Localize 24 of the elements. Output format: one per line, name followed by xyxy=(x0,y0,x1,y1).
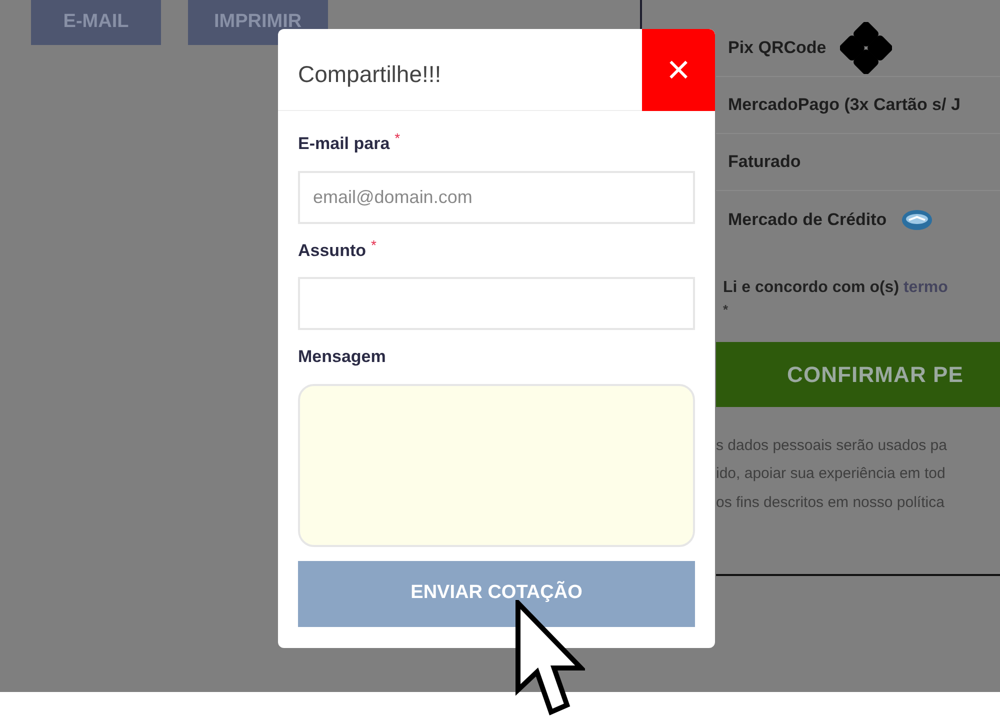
privacy-text: os fins descritos em nosso política xyxy=(716,492,946,512)
modal-title: Compartilhe!!! xyxy=(297,60,442,89)
terms-text: Li e concordo com o(s) termo xyxy=(723,278,949,298)
privacy-text: s dados pessoais serão usados pa xyxy=(716,436,948,456)
input-field[interactable] xyxy=(298,277,695,330)
required-mark: * xyxy=(723,301,730,319)
field-label: E-mail para xyxy=(298,133,390,155)
required-mark: * xyxy=(371,238,376,252)
input-field[interactable]: email@domain.com xyxy=(298,170,695,224)
confirm-button[interactable]: CONFIRMAR PE xyxy=(716,342,1000,406)
field-label: Mensagem xyxy=(298,346,386,368)
payment-option[interactable]: Pix QRCode xyxy=(728,35,826,61)
privacy-text: ido, apoiar sua experiência em tod xyxy=(716,464,946,484)
terms-link[interactable]: termo xyxy=(903,279,948,296)
toolbar-button[interactable]: E-MAIL xyxy=(31,0,161,45)
diamond-icon xyxy=(840,22,892,74)
payment-option[interactable]: Faturado xyxy=(728,149,801,175)
close-button[interactable]: × xyxy=(642,29,715,111)
field-label: Assunto xyxy=(298,240,366,262)
payment-option[interactable]: Mercado de Crédito xyxy=(728,206,887,232)
submit-button[interactable]: ENVIAR COTAÇÃO xyxy=(298,560,695,626)
message-field[interactable] xyxy=(298,384,695,546)
payment-option[interactable]: MercadoPago (3x Cartão s/ J xyxy=(728,92,960,118)
required-mark: * xyxy=(394,131,400,145)
